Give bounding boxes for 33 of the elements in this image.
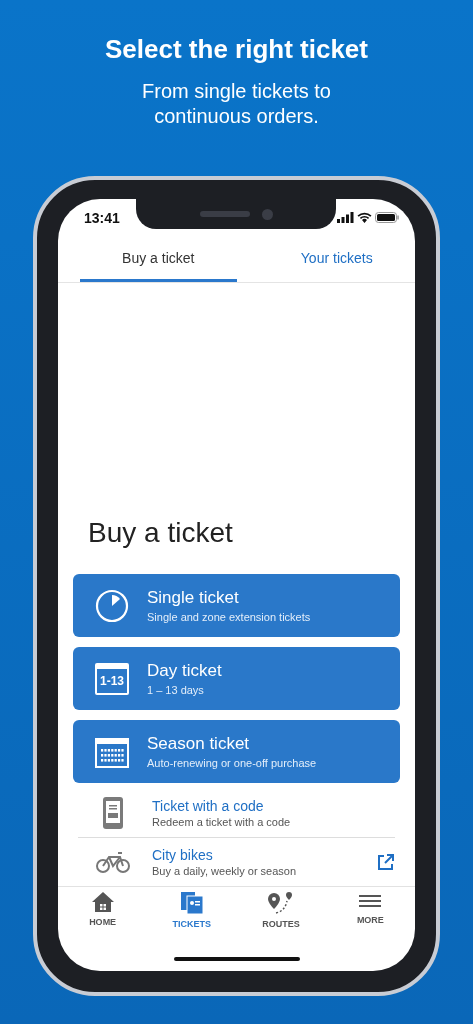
bicycle-icon [96, 851, 130, 873]
wifi-icon [357, 212, 372, 223]
card-subtitle: 1 – 13 days [147, 684, 205, 696]
link-subtitle: Redeem a ticket with a code [152, 816, 292, 828]
headline: Select the right ticket [105, 34, 368, 65]
signal-icon [337, 212, 354, 223]
tab[interactable]: Your tickets [258, 236, 415, 282]
card-subtitle: Single and zone extension tickets [147, 611, 311, 623]
battery-icon [375, 212, 399, 223]
status-time: 13:41 [84, 209, 120, 226]
calendar-icon: 1-13 [95, 662, 129, 695]
ticket-type-card[interactable]: 1-13 Day ticket 1 – 13 days [73, 647, 400, 710]
card-title: Season ticket [147, 734, 251, 754]
stopwatch-icon [95, 588, 129, 623]
link-title[interactable]: City bikes [152, 847, 355, 863]
card-title: Day ticket [147, 661, 222, 681]
nav-item[interactable]: ROUTES [236, 891, 326, 947]
nav-item[interactable]: MORE [325, 891, 415, 947]
ticket-type-card[interactable]: Single ticket Single and zone extension tickets [73, 574, 400, 637]
card-subtitle: Auto-renewing or one-off purchase [147, 757, 317, 769]
house-icon [90, 891, 115, 913]
nav-item[interactable]: HOME [58, 891, 148, 947]
tab[interactable]: Buy a ticket [80, 236, 237, 282]
tickets-icon [179, 891, 204, 915]
card-title: Single ticket [147, 588, 240, 608]
ticket-type-card[interactable]: Season ticket Auto-renewing or one-off purchase [73, 720, 400, 783]
link-title[interactable]: Ticket with a code [152, 798, 395, 814]
phone-icon [102, 796, 124, 830]
subheadline: From single tickets to continuous orders. [141, 79, 332, 129]
section-heading: Buy a ticket [88, 517, 234, 549]
nav-item[interactable]: TICKETS [147, 891, 237, 947]
calendar-icon [95, 735, 129, 768]
link-subtitle: Buy a daily, weekly or season [152, 865, 298, 877]
